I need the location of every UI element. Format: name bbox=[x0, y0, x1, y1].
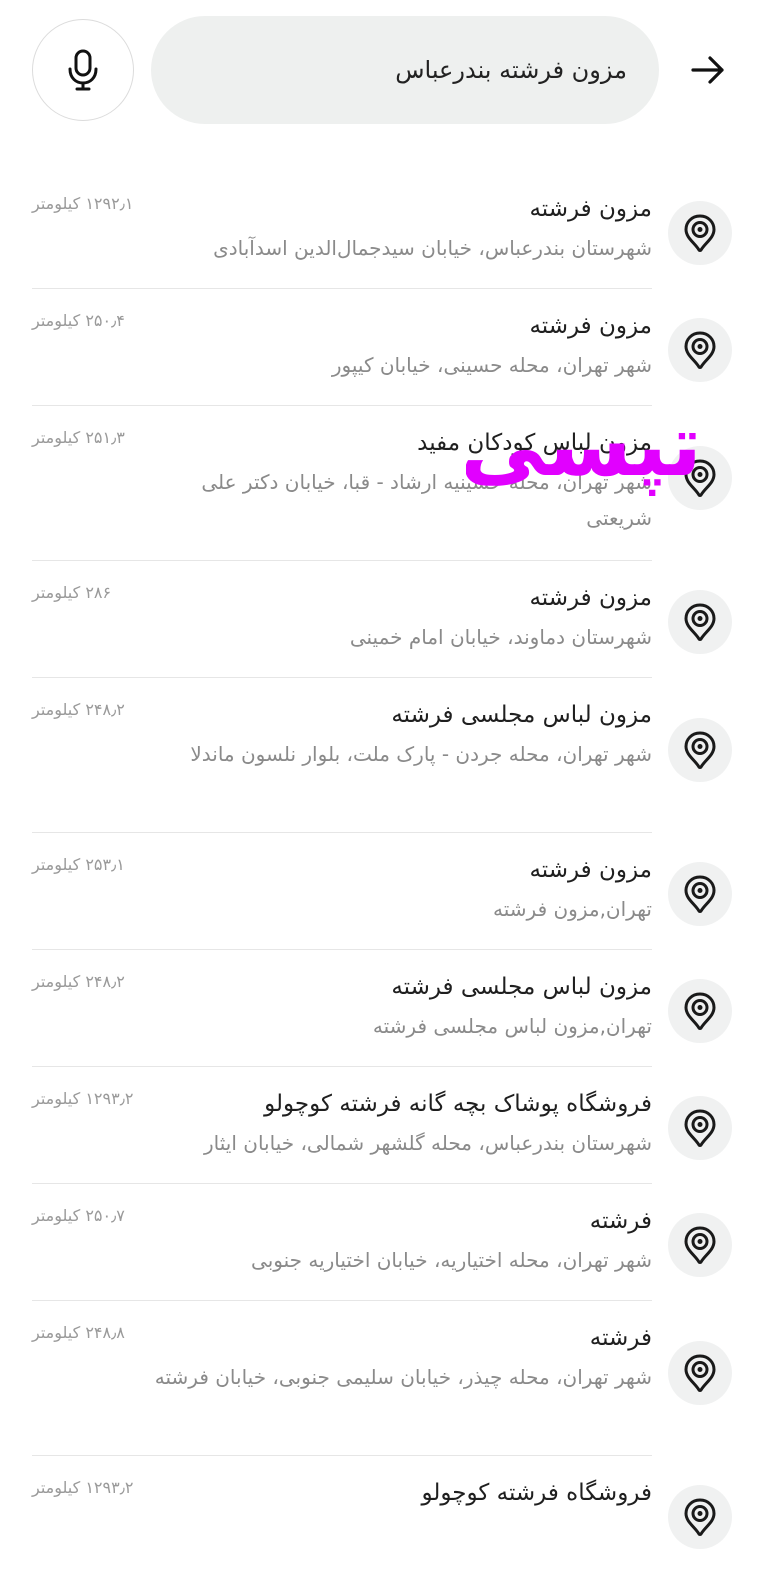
result-address: شهر تهران، محله جردن - پارک ملت، بلوار ن… bbox=[190, 742, 652, 766]
result-title: مزون فرشته bbox=[529, 585, 652, 611]
result-address: شهر تهران، محله اختیاریه، خیابان اختیاری… bbox=[251, 1248, 652, 1272]
result-distance: ۲۸۶ کیلومتر bbox=[32, 583, 112, 602]
result-text: مزون لباس کودکان مفید شهر تهران، محله حسی… bbox=[150, 426, 652, 536]
result-distance: ۱۲۹۲٫۱ کیلومتر bbox=[32, 194, 134, 213]
result-item[interactable]: مزون فرشته شهر تهران، محله حسینی، خیابان … bbox=[0, 289, 763, 406]
result-item[interactable]: مزون فرشته شهرستان بندرعباس، خیابان سیدجم… bbox=[0, 172, 763, 289]
result-item[interactable]: مزون فرشته شهرستان دماوند، خیابان امام خم… bbox=[0, 561, 763, 678]
result-distance: ۱۲۹۳٫۲ کیلومتر bbox=[32, 1089, 134, 1108]
result-item[interactable]: مزون لباس مجلسی فرشته تهران,مزون لباس مجل… bbox=[0, 950, 763, 1067]
result-address: تهران,مزون لباس مجلسی فرشته bbox=[372, 1014, 652, 1038]
result-address: شهر تهران، محله حسینیه ارشاد - قبا، خیاب… bbox=[201, 470, 652, 530]
result-title: مزون لباس مجلسی فرشته bbox=[391, 702, 652, 728]
result-pin bbox=[668, 1340, 732, 1405]
result-distance: ۲۵۱٫۳ کیلومتر bbox=[32, 428, 125, 447]
result-distance: ۱۲۹۳٫۲ کیلومتر bbox=[32, 1478, 134, 1497]
result-text: مزون لباس مجلسی فرشته تهران,مزون لباس مجل… bbox=[150, 970, 652, 1044]
result-item[interactable]: فرشته شهر تهران، محله چیذر، خیابان سلیمی … bbox=[0, 1301, 763, 1456]
voice-search-button[interactable] bbox=[32, 19, 134, 121]
result-pin bbox=[668, 978, 732, 1043]
microphone-icon bbox=[68, 49, 98, 91]
result-title: مزون فرشته bbox=[529, 857, 652, 883]
result-distance: ۲۴۸٫۲ کیلومتر bbox=[32, 972, 125, 991]
result-pin bbox=[668, 1212, 732, 1277]
result-title: فرشته bbox=[589, 1325, 652, 1351]
result-pin bbox=[668, 445, 732, 510]
search-bar[interactable] bbox=[151, 16, 659, 124]
result-title: فرشته bbox=[589, 1208, 652, 1234]
location-pin-icon bbox=[684, 991, 716, 1030]
location-pin-icon bbox=[684, 874, 716, 913]
result-title: فروشگاه پوشاک بچه گانه فرشته کوچولو bbox=[264, 1091, 652, 1117]
result-title: فروشگاه فرشته کوچولو bbox=[421, 1480, 653, 1506]
result-text: مزون لباس مجلسی فرشته شهر تهران، محله جرد… bbox=[150, 698, 652, 772]
location-pin-icon bbox=[684, 730, 716, 769]
result-pin bbox=[668, 317, 732, 382]
result-pin bbox=[668, 1095, 732, 1160]
result-title: مزون فرشته bbox=[529, 313, 652, 339]
result-pin bbox=[668, 717, 732, 782]
result-text: فرشته شهر تهران، محله چیذر، خیابان سلیمی … bbox=[150, 1321, 652, 1395]
location-pin-icon bbox=[684, 458, 716, 497]
search-input[interactable] bbox=[181, 55, 629, 85]
result-text: فرشته شهر تهران، محله اختیاریه، خیابان اخ… bbox=[150, 1204, 652, 1278]
result-distance: ۲۴۸٫۸ کیلومتر bbox=[32, 1323, 125, 1342]
result-text: فروشگاه فرشته کوچولو bbox=[150, 1476, 653, 1514]
result-text: فروشگاه پوشاک بچه گانه فرشته کوچولو شهرست… bbox=[150, 1087, 652, 1161]
result-item[interactable]: فرشته شهر تهران، محله اختیاریه، خیابان اخ… bbox=[0, 1184, 763, 1301]
location-pin-icon bbox=[684, 1353, 716, 1392]
result-pin bbox=[668, 200, 732, 265]
result-item[interactable]: فروشگاه فرشته کوچولو ۱۲۹۳٫۲ کیلومتر bbox=[0, 1456, 763, 1573]
result-pin bbox=[668, 589, 732, 654]
result-address: شهر تهران، محله چیذر، خیابان سلیمی جنوبی… bbox=[154, 1365, 652, 1389]
location-pin-icon bbox=[684, 602, 716, 641]
result-pin bbox=[668, 861, 732, 926]
result-title: مزون فرشته bbox=[529, 196, 652, 222]
result-pin bbox=[668, 1484, 732, 1549]
result-address: شهر تهران، محله حسینی، خیابان کیپور bbox=[331, 353, 652, 377]
result-item[interactable]: مزون فرشته تهران,مزون فرشته ۲۵۳٫۱ کیلومتر bbox=[0, 833, 763, 950]
result-title: مزون لباس کودکان مفید bbox=[417, 430, 652, 456]
location-pin-icon bbox=[684, 213, 716, 252]
result-address: تهران,مزون فرشته bbox=[493, 897, 652, 921]
result-text: مزون فرشته شهرستان بندرعباس، خیابان سیدجم… bbox=[150, 192, 652, 266]
search-header bbox=[0, 0, 763, 140]
location-pin-icon bbox=[684, 1108, 716, 1147]
location-pin-icon bbox=[684, 1497, 716, 1536]
result-text: مزون فرشته شهرستان دماوند، خیابان امام خم… bbox=[150, 581, 652, 655]
result-distance: ۲۵۰٫۷ کیلومتر bbox=[32, 1206, 125, 1225]
location-pin-icon bbox=[684, 330, 716, 369]
result-distance: ۲۵۰٫۴ کیلومتر bbox=[32, 311, 125, 330]
result-title: مزون لباس مجلسی فرشته bbox=[391, 974, 652, 1000]
result-address: شهرستان بندرعباس، خیابان سیدجمال‌الدین ا… bbox=[213, 236, 652, 260]
result-text: مزون فرشته تهران,مزون فرشته bbox=[150, 853, 652, 927]
result-distance: ۲۵۳٫۱ کیلومتر bbox=[32, 855, 125, 874]
arrow-right-icon bbox=[691, 56, 724, 84]
result-address: شهرستان دماوند، خیابان امام خمینی bbox=[349, 625, 652, 649]
location-pin-icon bbox=[684, 1225, 716, 1264]
search-results-list: مزون فرشته شهرستان بندرعباس، خیابان سیدجم… bbox=[0, 172, 763, 1573]
result-address: شهرستان بندرعباس، محله گلشهر شمالی، خیاب… bbox=[203, 1131, 652, 1155]
back-button[interactable] bbox=[684, 46, 732, 94]
result-text: مزون فرشته شهر تهران، محله حسینی، خیابان … bbox=[150, 309, 652, 383]
result-item[interactable]: مزون لباس کودکان مفید شهر تهران، محله حسی… bbox=[0, 406, 763, 561]
result-item[interactable]: فروشگاه پوشاک بچه گانه فرشته کوچولو شهرست… bbox=[0, 1067, 763, 1184]
result-item[interactable]: مزون لباس مجلسی فرشته شهر تهران، محله جرد… bbox=[0, 678, 763, 833]
result-distance: ۲۴۸٫۲ کیلومتر bbox=[32, 700, 125, 719]
